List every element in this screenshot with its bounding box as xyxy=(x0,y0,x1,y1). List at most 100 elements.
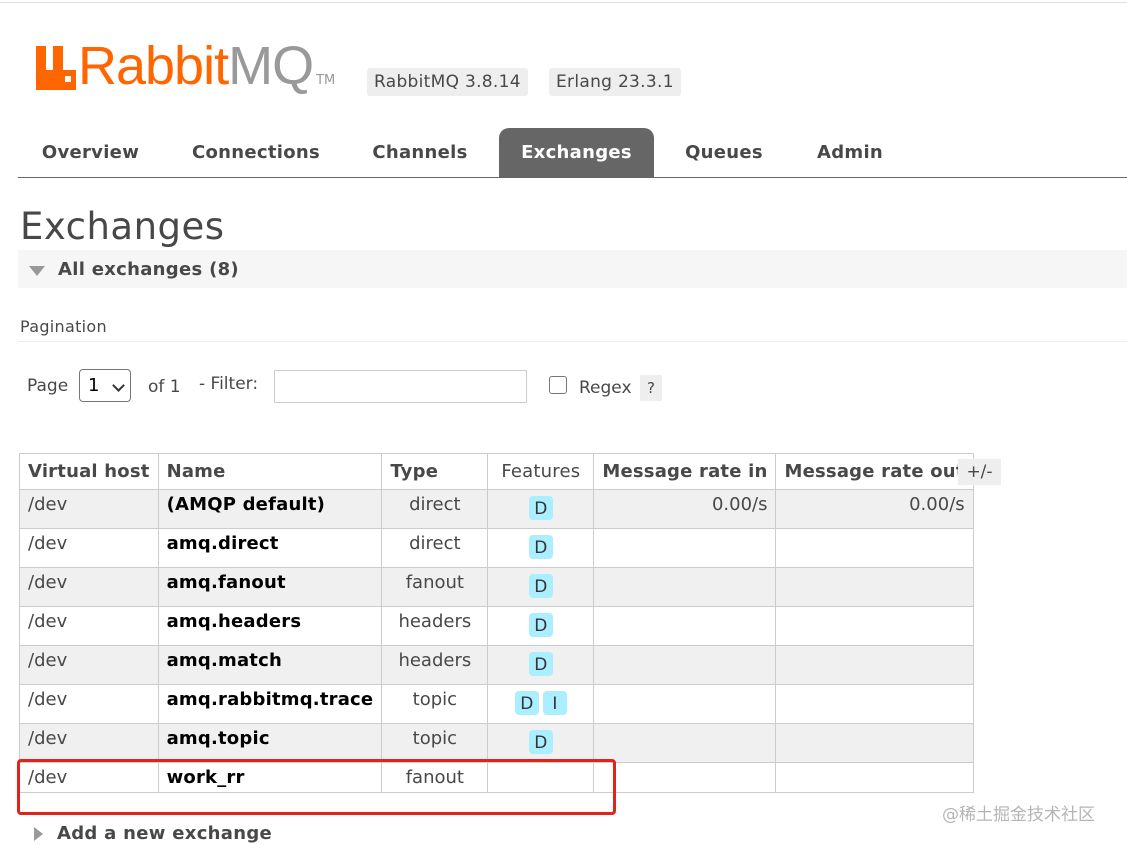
erlang-version-badge: Erlang 23.3.1 xyxy=(549,68,681,96)
rate-in-cell xyxy=(593,567,777,607)
type-cell: headers xyxy=(381,606,489,646)
exchange-name-link[interactable]: amq.fanout xyxy=(157,567,383,607)
exchange-name-link[interactable]: amq.direct xyxy=(157,528,383,568)
table-row[interactable]: /dev amq.fanout fanout D xyxy=(19,567,974,607)
tab-channels[interactable]: Channels xyxy=(354,128,486,176)
column-header-type[interactable]: Type xyxy=(381,453,489,490)
rate-out-cell xyxy=(775,606,974,646)
page-label: Page xyxy=(27,376,69,396)
feature-badge-durable: D xyxy=(528,652,553,676)
vhost-cell: /dev xyxy=(19,528,159,568)
exchange-name-link[interactable]: amq.rabbitmq.trace xyxy=(157,684,383,724)
pagination-divider xyxy=(18,341,1127,342)
logo-trademark: TM xyxy=(316,73,336,88)
rate-in-cell xyxy=(593,684,777,724)
regex-help-button[interactable]: ? xyxy=(640,375,662,401)
type-cell: headers xyxy=(381,645,489,685)
column-header-message-rate-out[interactable]: Message rate out xyxy=(775,453,974,490)
rabbitmq-version-badge: RabbitMQ 3.8.14 xyxy=(367,68,528,96)
rabbitmq-logo-icon xyxy=(36,46,76,90)
rate-out-cell xyxy=(775,684,974,724)
table-row[interactable]: /dev amq.match headers D xyxy=(19,645,974,685)
feature-badge-durable: D xyxy=(528,613,553,637)
rate-out-cell xyxy=(775,567,974,607)
page-count-label: of 1 xyxy=(148,377,181,397)
exchange-name-link[interactable]: (AMQP default) xyxy=(157,489,383,529)
tab-exchanges[interactable]: Exchanges xyxy=(499,128,654,177)
main-nav-tabs: Overview Connections Channels Exchanges … xyxy=(18,128,1127,178)
column-header-features: Features xyxy=(487,453,595,490)
rate-in-cell xyxy=(593,723,777,763)
highlight-annotation-box xyxy=(17,759,616,815)
rate-in-cell xyxy=(593,528,777,568)
collapse-triangle-icon xyxy=(29,266,45,276)
filter-input[interactable] xyxy=(274,370,527,403)
vhost-cell: /dev xyxy=(19,489,159,529)
vhost-cell: /dev xyxy=(19,567,159,607)
pagination-label: Pagination xyxy=(20,317,107,336)
feature-badge-durable: D xyxy=(528,574,553,598)
feature-badge-durable: D xyxy=(514,691,539,715)
section-title: All exchanges (8) xyxy=(58,259,239,280)
rate-out-cell xyxy=(775,528,974,568)
table-row[interactable]: /dev (AMQP default) direct D 0.00/s 0.00… xyxy=(19,489,974,529)
vhost-cell: /dev xyxy=(19,723,159,763)
rate-in-cell xyxy=(593,606,777,646)
column-toggle-button[interactable]: +/- xyxy=(958,459,1001,485)
column-header-name[interactable]: Name xyxy=(157,453,383,490)
type-cell: direct xyxy=(381,528,489,568)
chevron-down-icon xyxy=(112,379,125,392)
page-select[interactable]: 1 xyxy=(79,369,131,402)
logo-text-mq: MQ xyxy=(228,36,314,96)
logo-text-rabbit: Rabbit xyxy=(78,36,229,96)
type-cell: topic xyxy=(381,684,489,724)
rate-in-cell: 0.00/s xyxy=(593,489,777,529)
features-cell: D xyxy=(487,489,595,529)
table-row[interactable]: /dev amq.headers headers D xyxy=(19,606,974,646)
column-header-virtual-host[interactable]: Virtual host xyxy=(19,453,159,490)
features-cell: D xyxy=(487,723,595,763)
feature-badge-durable: D xyxy=(528,496,553,520)
features-cell: DI xyxy=(487,684,595,724)
features-cell: D xyxy=(487,606,595,646)
table-row[interactable]: /dev amq.direct direct D xyxy=(19,528,974,568)
type-cell: direct xyxy=(381,489,489,529)
rabbitmq-logo[interactable]: Rabbit MQ TM xyxy=(36,36,336,96)
features-cell: D xyxy=(487,645,595,685)
rate-in-cell xyxy=(593,762,777,793)
exchange-name-link[interactable]: amq.topic xyxy=(157,723,383,763)
all-exchanges-section-toggle[interactable]: All exchanges (8) xyxy=(18,250,1127,288)
table-header-row: Virtual host Name Type Features Message … xyxy=(19,453,974,490)
watermark: @稀土掘金技术社区 xyxy=(942,805,1095,825)
header: Rabbit MQ TM xyxy=(36,36,336,96)
page-title: Exchanges xyxy=(20,205,225,248)
exchanges-table: Virtual host Name Type Features Message … xyxy=(19,453,974,793)
exchange-name-link[interactable]: amq.match xyxy=(157,645,383,685)
tab-connections[interactable]: Connections xyxy=(178,128,334,176)
regex-checkbox[interactable] xyxy=(549,376,567,394)
type-cell: topic xyxy=(381,723,489,763)
feature-badge-internal: I xyxy=(542,691,567,715)
rate-out-cell xyxy=(775,723,974,763)
column-header-message-rate-in[interactable]: Message rate in xyxy=(593,453,777,490)
vhost-cell: /dev xyxy=(19,645,159,685)
rate-in-cell xyxy=(593,645,777,685)
rate-out-cell xyxy=(775,645,974,685)
vhost-cell: /dev xyxy=(19,684,159,724)
vhost-cell: /dev xyxy=(19,606,159,646)
rate-out-cell xyxy=(775,762,974,793)
filter-label: - Filter: xyxy=(199,374,259,394)
rate-out-cell: 0.00/s xyxy=(775,489,974,529)
table-row[interactable]: /dev amq.topic topic D xyxy=(19,723,974,763)
add-exchange-label: Add a new exchange xyxy=(57,823,273,844)
tab-admin[interactable]: Admin xyxy=(798,128,902,176)
regex-label: Regex xyxy=(579,378,632,398)
tab-queues[interactable]: Queues xyxy=(668,128,780,176)
page-select-value: 1 xyxy=(88,375,100,396)
tab-overview[interactable]: Overview xyxy=(18,128,163,176)
table-row[interactable]: /dev amq.rabbitmq.trace topic DI xyxy=(19,684,974,724)
feature-badge-durable: D xyxy=(528,535,553,559)
feature-badge-durable: D xyxy=(528,730,553,754)
top-divider xyxy=(0,2,1127,3)
exchange-name-link[interactable]: amq.headers xyxy=(157,606,383,646)
